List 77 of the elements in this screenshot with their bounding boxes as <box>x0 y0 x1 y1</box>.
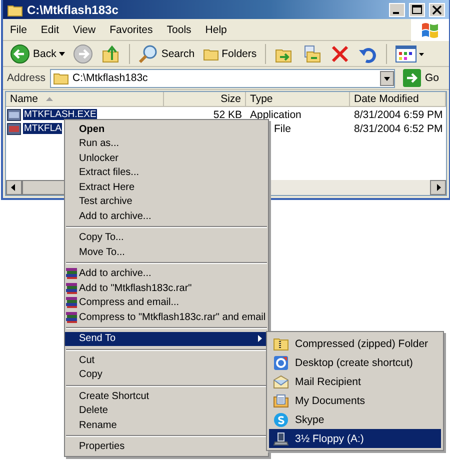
menu-item[interactable]: Add to archive... <box>65 266 268 281</box>
file-icon <box>7 122 21 134</box>
menu-item[interactable]: Rename <box>65 418 268 432</box>
file-size: 52 KB <box>212 108 243 120</box>
minimize-button[interactable] <box>389 2 405 16</box>
menu-item[interactable]: Compressed (zipped) Folder <box>269 334 441 353</box>
menu-item[interactable]: Unlocker <box>65 151 268 166</box>
menu-item[interactable]: Copy <box>65 368 268 382</box>
menu-item[interactable]: Favorites <box>102 24 160 36</box>
envelope-icon <box>273 374 289 390</box>
folders-button[interactable]: Folders <box>200 46 260 60</box>
menu-item[interactable]: Compress and email... <box>65 296 268 310</box>
menu-item[interactable]: Mail Recipient <box>269 372 441 391</box>
folder-up-icon[interactable] <box>101 44 122 64</box>
menu-item[interactable]: Add to "Mtkflash183c.rar" <box>65 281 268 296</box>
menu-item[interactable]: My Documents <box>269 391 441 410</box>
skype-icon <box>273 412 289 428</box>
menu-item[interactable]: File <box>3 24 34 36</box>
dropdown-button[interactable] <box>380 70 394 86</box>
menu-item[interactable]: Compress to "Mtkflash183c.rar" and email <box>65 310 268 324</box>
menu-item[interactable]: Cut <box>65 353 268 368</box>
menu-item[interactable]: Help <box>198 24 234 36</box>
folder-icon <box>7 2 23 16</box>
menu-item[interactable]: Move To... <box>65 245 268 260</box>
file-date: 8/31/2004 6:52 PM <box>353 122 444 134</box>
column-header[interactable]: Size <box>164 92 246 107</box>
books-icon <box>66 268 77 280</box>
file-name[interactable]: MTKFLA <box>23 123 62 134</box>
menu-item[interactable]: Copy To... <box>65 230 268 245</box>
views-icon[interactable] <box>394 44 425 64</box>
desktop-shortcut-icon <box>273 354 289 370</box>
column-header[interactable]: Date Modified <box>350 92 446 107</box>
file-type: File <box>273 122 292 134</box>
menu-item[interactable]: Edit <box>34 24 66 36</box>
file-type: Application <box>249 108 302 120</box>
floppy-drive-icon <box>273 430 289 446</box>
sort-arrow-icon <box>46 97 54 101</box>
column-header[interactable]: Name <box>6 92 164 107</box>
books-icon <box>66 297 77 308</box>
submenu-arrow-icon <box>258 335 262 342</box>
file-name[interactable]: MTKFLASH.EXE <box>23 109 98 120</box>
copy-to-folder-icon[interactable] <box>302 44 322 64</box>
menu-item[interactable]: View <box>66 24 103 36</box>
menu-item[interactable]: Tools <box>160 24 198 36</box>
menu-item[interactable]: Delete <box>65 404 268 418</box>
menu-item[interactable]: Send To <box>65 332 268 346</box>
menu-item[interactable]: Run as... <box>65 136 268 151</box>
flag-logo-icon <box>411 18 449 40</box>
documents-folder-icon <box>273 392 289 408</box>
search-button[interactable]: Search <box>135 44 198 64</box>
close-button[interactable] <box>429 2 445 16</box>
menu-item[interactable]: Create Shortcut <box>65 389 268 404</box>
menu-item[interactable]: Extract files... <box>65 166 268 180</box>
file-icon <box>7 108 21 120</box>
folder-icon <box>52 71 69 85</box>
search-icon <box>138 44 158 64</box>
menu-item[interactable]: Add to archive... <box>65 209 268 224</box>
zipped-folder-icon <box>273 336 289 352</box>
file-date: 8/31/2004 6:59 PM <box>353 108 444 120</box>
go-button[interactable]: Go <box>398 69 445 87</box>
menu-item[interactable]: Skype <box>269 410 441 429</box>
column-header[interactable]: Type <box>246 92 350 107</box>
folder-icon <box>202 46 219 60</box>
menu-item[interactable]: Open <box>65 122 268 136</box>
maximize-button[interactable] <box>409 2 425 16</box>
caret-icon[interactable] <box>59 52 66 56</box>
menu-item[interactable]: Desktop (create shortcut) <box>269 353 441 372</box>
delete-icon[interactable] <box>330 44 350 64</box>
menu-item[interactable]: 3½ Floppy (A:) <box>269 429 441 448</box>
menu-item[interactable]: Properties <box>65 440 268 454</box>
menu-item[interactable]: Test archive <box>65 194 268 209</box>
window-title: C:\Mtkflash183c <box>27 2 120 16</box>
books-icon <box>66 312 77 323</box>
back-button[interactable]: Back <box>7 44 68 64</box>
address-field[interactable]: C:\Mtkflash183c <box>50 68 395 88</box>
address-label: Address <box>7 72 46 84</box>
books-icon <box>66 282 77 294</box>
